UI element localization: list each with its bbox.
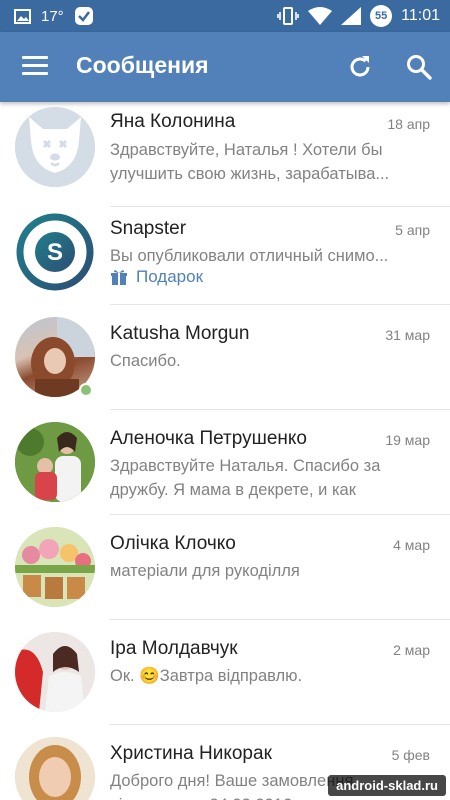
- conversation-row[interactable]: Katusha Morgun 31 мар Спасибо.: [0, 305, 450, 410]
- contact-name: Аленочка Петрушенко: [110, 428, 307, 449]
- vibrate-icon: [277, 6, 299, 26]
- message-date: 19 мар: [385, 432, 430, 448]
- avatar: [15, 632, 95, 712]
- message-date: 2 мар: [393, 642, 430, 658]
- signal-icon: [341, 7, 362, 25]
- gift-attachment[interactable]: Подарок: [110, 267, 203, 287]
- message-preview: Спасибо.: [110, 352, 181, 370]
- check-shield-icon: [74, 6, 94, 26]
- menu-icon[interactable]: [22, 56, 48, 76]
- contact-name: Христина Никорак: [110, 743, 272, 764]
- wifi-icon: [308, 7, 333, 25]
- status-bar: 17° 55 11:01: [0, 0, 450, 32]
- message-preview: матеріали для рукоділля: [110, 562, 300, 580]
- temperature-text: 17°: [41, 7, 64, 25]
- message-preview: Здравствуйте Наталья. Спасибо за дружбу.…: [110, 457, 381, 499]
- notification-badge: 55: [370, 5, 393, 27]
- message-preview: Здравствуйте, Наталья ! Хотели бы улучши…: [110, 141, 390, 183]
- app-bar: Сообщения: [0, 32, 450, 102]
- avatar: [15, 737, 95, 800]
- message-date: 18 апр: [387, 116, 430, 132]
- message-date: 4 мар: [393, 537, 430, 553]
- contact-name: Яна Колонина: [110, 111, 236, 132]
- gift-label: Подарок: [136, 267, 204, 286]
- conversation-row[interactable]: Аленочка Петрушенко 19 мар Здравствуйте …: [0, 410, 450, 515]
- online-indicator: [79, 383, 93, 397]
- conversation-row[interactable]: Яна Колонина 18 апр Здравствуйте, Наталь…: [0, 102, 450, 207]
- gift-icon: [111, 270, 127, 285]
- image-icon: [14, 8, 31, 24]
- message-date: 5 апр: [395, 222, 430, 238]
- contact-name: Snapster: [110, 218, 187, 239]
- contact-name: Іра Молдавчук: [110, 638, 238, 659]
- vk-dog-icon: [15, 107, 95, 187]
- conversation-row[interactable]: Олічка Клочко 4 мар матеріали для рукоді…: [0, 515, 450, 620]
- conversation-row[interactable]: S Snapster 5 апр Вы опубликовали отличны…: [0, 200, 450, 305]
- message-preview: Вы опубликовали отличный снимо...: [110, 247, 389, 265]
- clock: 11:01: [401, 7, 440, 24]
- contact-name: Олічка Клочко: [110, 533, 236, 554]
- page-title: Сообщения: [76, 52, 209, 78]
- message-preview: Ок. 😊Завтра відправлю.: [110, 667, 303, 685]
- snapster-logo-icon: S: [16, 213, 94, 291]
- avatar: [15, 107, 95, 187]
- avatar: [15, 527, 95, 607]
- conversation-list[interactable]: Яна Колонина 18 апр Здравствуйте, Наталь…: [0, 102, 450, 800]
- conversation-row[interactable]: Іра Молдавчук 2 мар Ок. 😊Завтра відправл…: [0, 620, 450, 725]
- svg-text:S: S: [47, 239, 63, 266]
- watermark: android-sklad.ru: [328, 775, 446, 796]
- search-icon[interactable]: [405, 53, 433, 81]
- message-date: 5 фев: [391, 747, 430, 763]
- avatar: [15, 422, 95, 502]
- contact-name: Katusha Morgun: [110, 323, 250, 344]
- refresh-icon[interactable]: [346, 53, 374, 81]
- message-date: 31 мар: [385, 327, 430, 343]
- avatar: S: [15, 212, 95, 292]
